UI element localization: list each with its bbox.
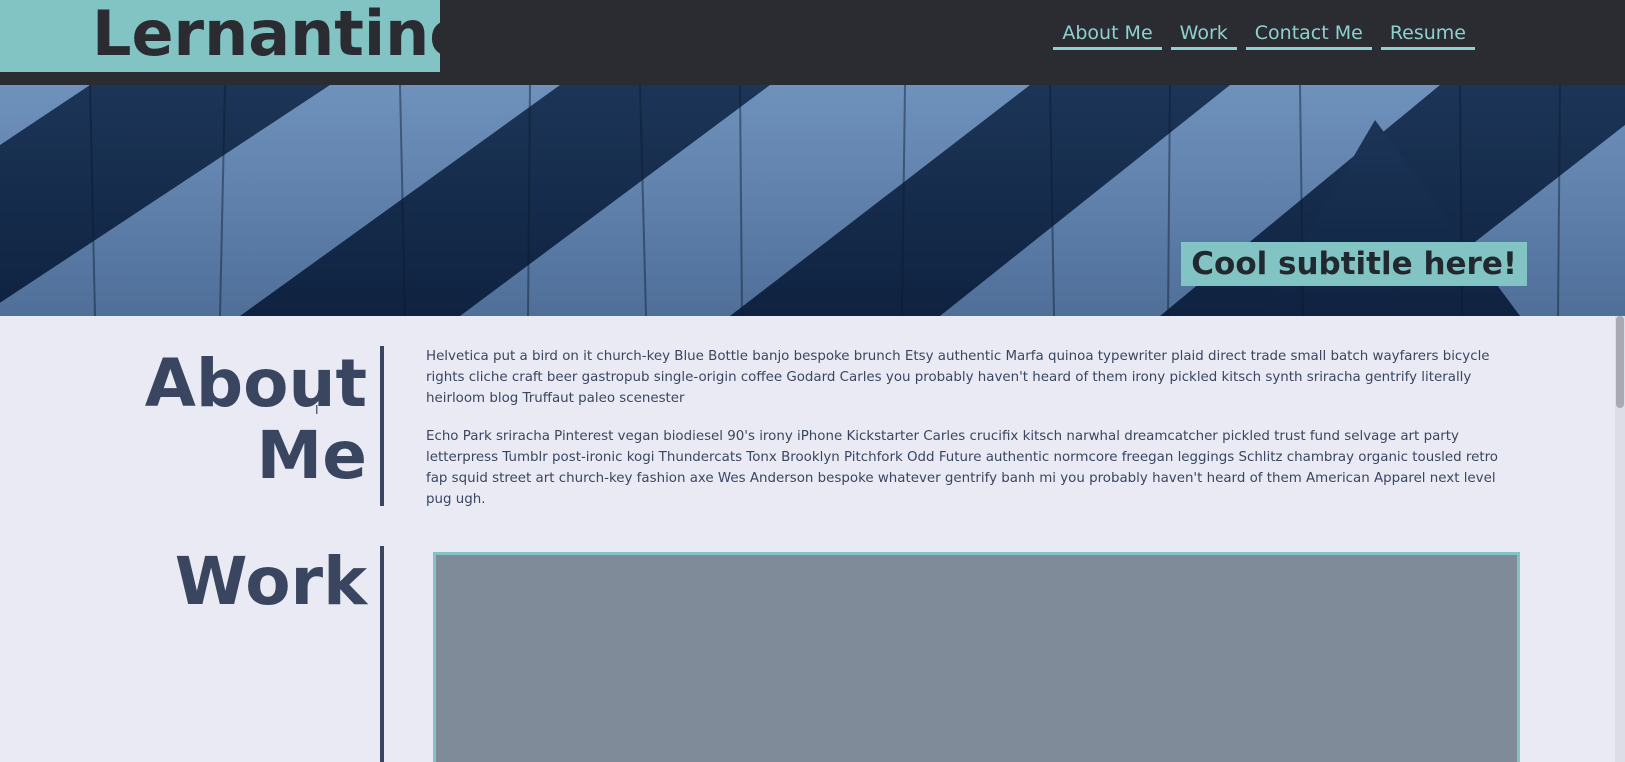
hero-subtitle: Cool subtitle here! — [1191, 246, 1517, 282]
about-heading-line2: Me — [256, 417, 367, 494]
work-project-image[interactable] — [433, 552, 1520, 762]
hero-banner: Cool subtitle here! — [0, 85, 1625, 316]
page: Lernantino About Me Work Contact Me Resu… — [0, 0, 1625, 762]
nav-link-about-me[interactable]: About Me — [1053, 20, 1162, 50]
hero-subtitle-box: Cool subtitle here! — [1181, 242, 1527, 286]
nav-link-contact-me[interactable]: Contact Me — [1245, 20, 1372, 50]
logo-box[interactable]: Lernantino — [0, 0, 472, 72]
main-nav: About Me Work Contact Me Resume — [1053, 20, 1475, 50]
about-paragraph-1: Helvetica put a bird on it church-key Bl… — [426, 349, 1490, 406]
page-scrollbar[interactable] — [1615, 316, 1625, 762]
nav-link-resume[interactable]: Resume — [1380, 20, 1475, 50]
nav-link-work[interactable]: Work — [1170, 20, 1237, 50]
site-logo[interactable]: Lernantino — [92, 0, 472, 74]
about-divider — [380, 346, 384, 506]
about-heading-line1: About — [144, 345, 367, 422]
about-me-content: Helvetica put a bird on it church-key Bl… — [426, 346, 1514, 527]
scrollbar-thumb[interactable] — [1616, 316, 1624, 408]
work-heading: Work — [174, 543, 367, 620]
about-paragraph-2: Echo Park sriracha Pinterest vegan biodi… — [426, 429, 1498, 507]
text-cursor-icon: I — [315, 403, 319, 417]
about-me-heading: About Me — [107, 348, 367, 492]
work-divider — [380, 546, 384, 762]
site-header: Lernantino About Me Work Contact Me Resu… — [0, 0, 1625, 85]
